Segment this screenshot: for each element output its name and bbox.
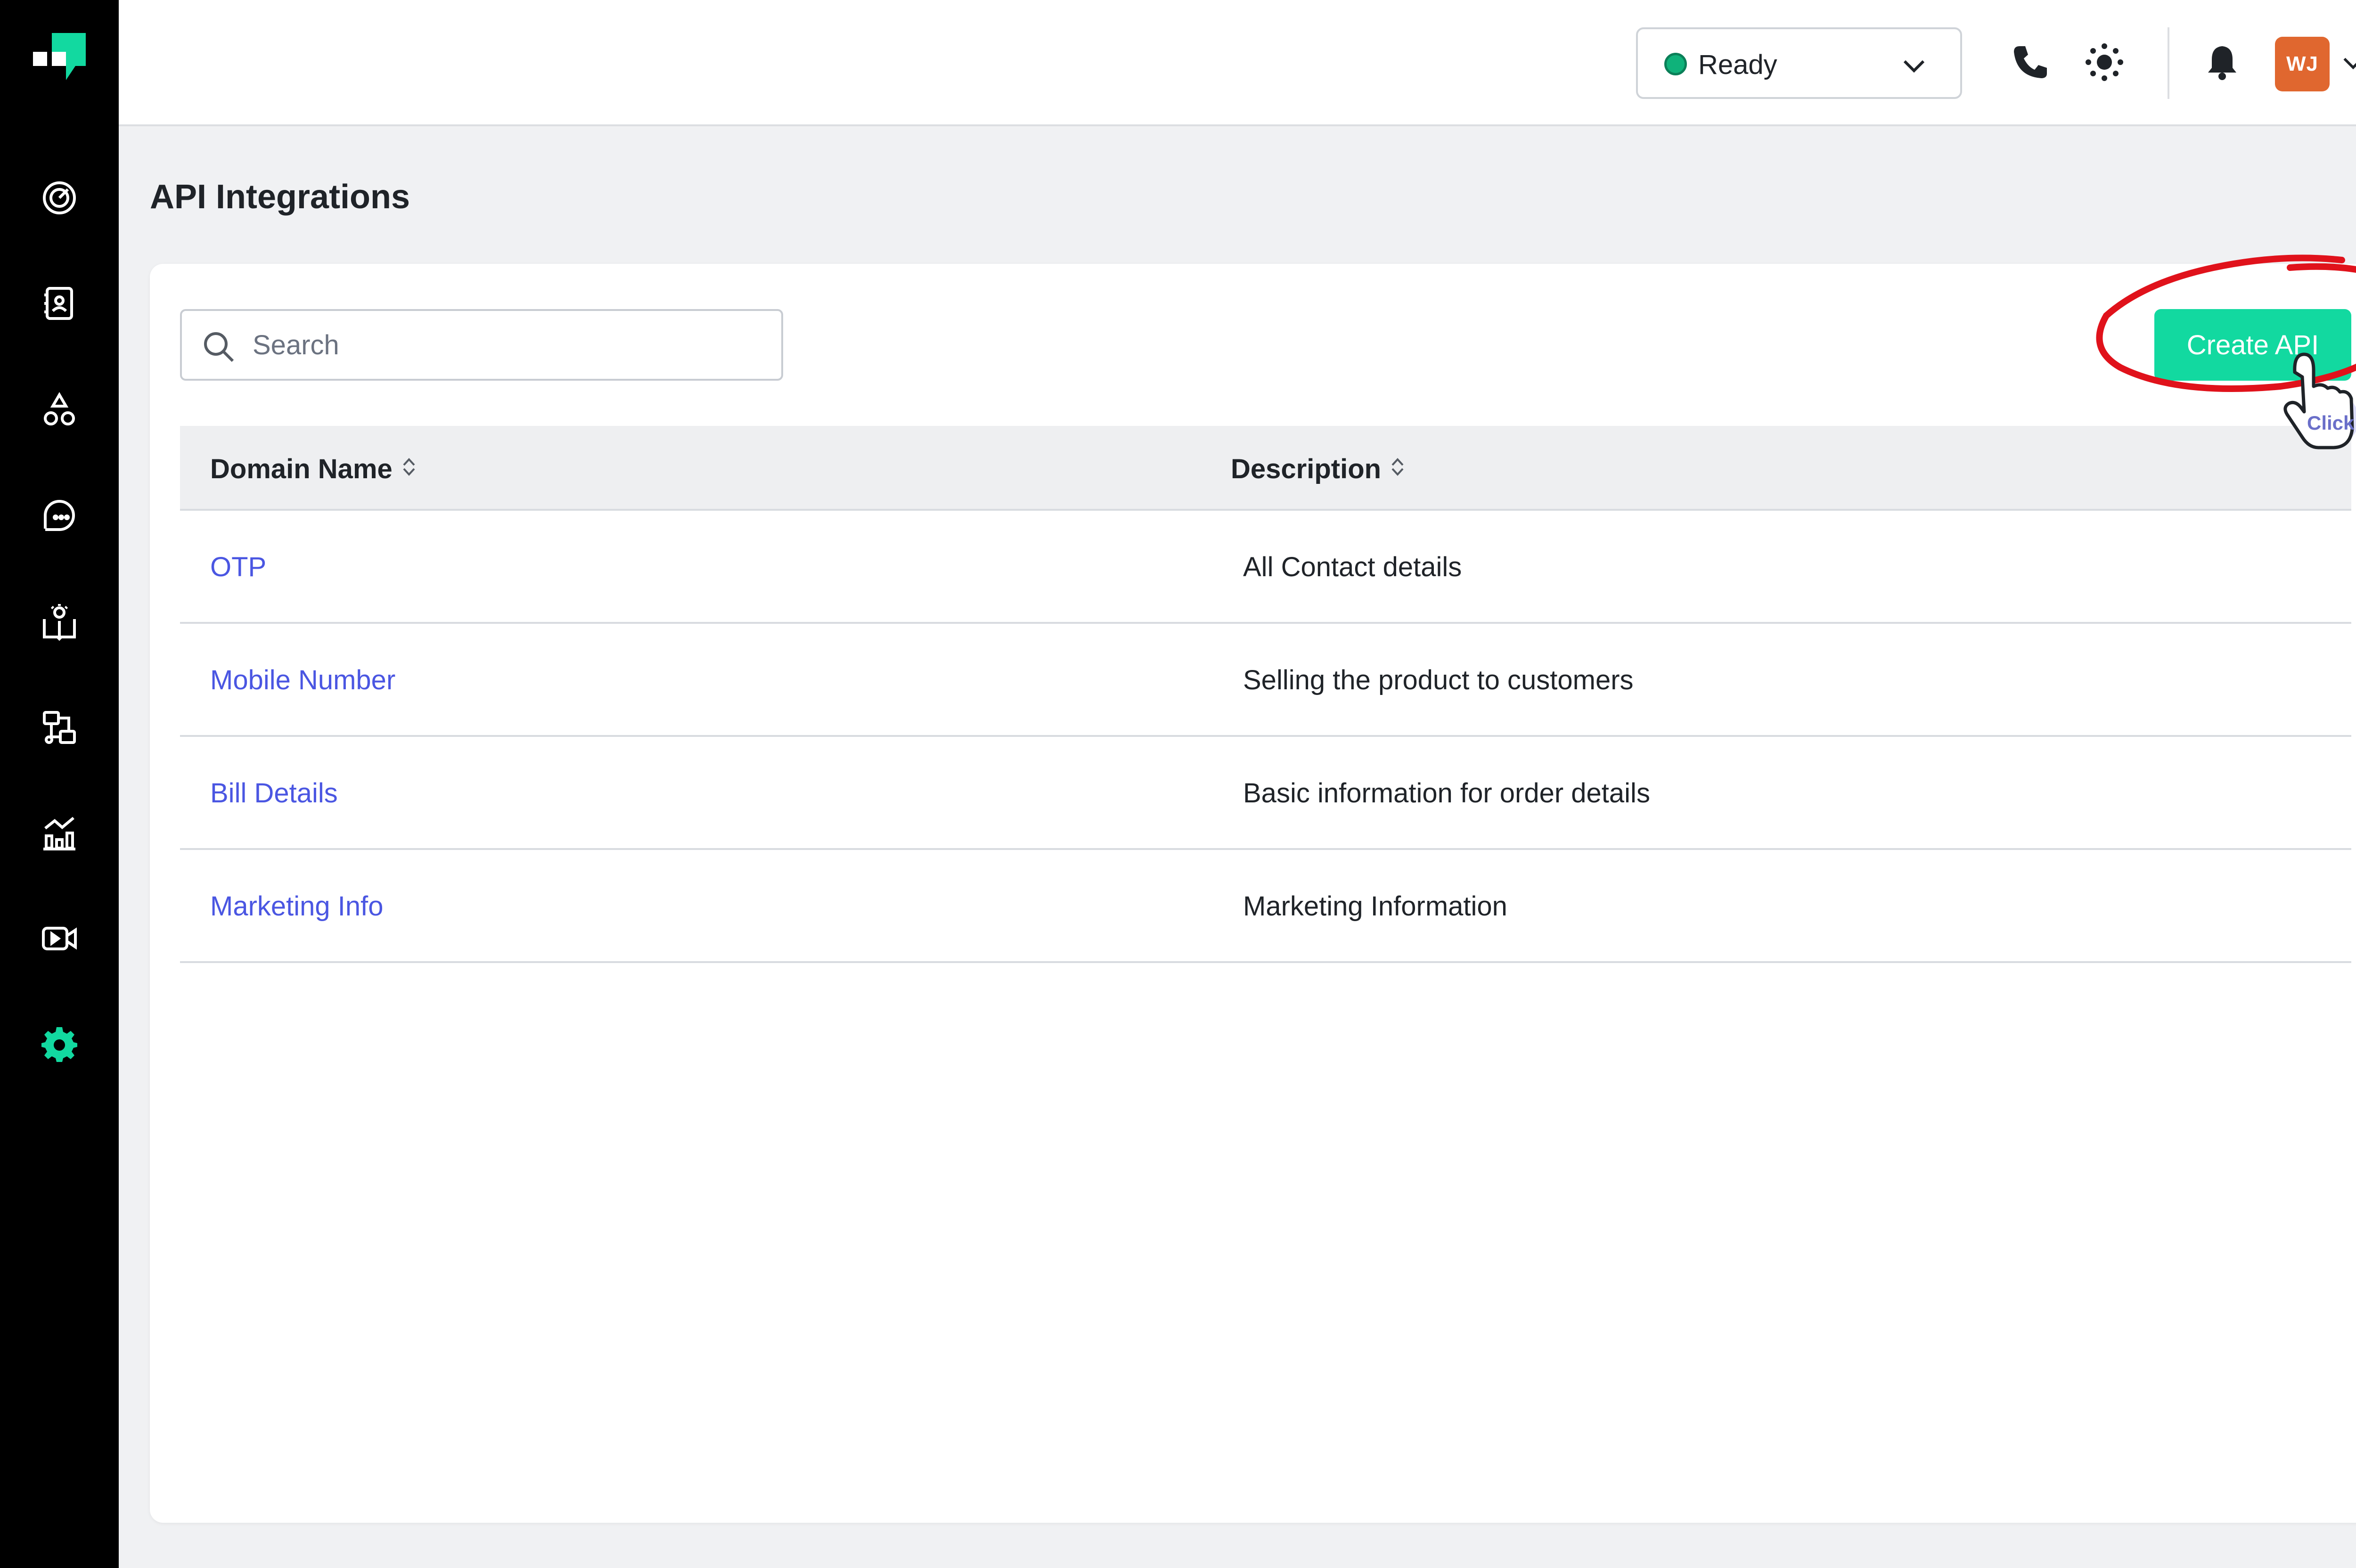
description-cell: Marketing Information <box>1243 891 1507 922</box>
knowledge-book-icon <box>41 603 78 641</box>
column-label: Description <box>1231 454 1382 484</box>
sidebar-item-contacts[interactable] <box>36 280 83 327</box>
notifications-button[interactable] <box>2200 41 2245 86</box>
user-menu-chevron[interactable] <box>2339 50 2356 78</box>
table-row: OTP All Contact details <box>180 511 2351 624</box>
shapes-icon <box>41 391 78 429</box>
search-field[interactable] <box>180 309 783 381</box>
create-api-button[interactable]: Create API <box>2154 309 2351 381</box>
header-divider <box>2168 27 2169 99</box>
column-header-domain-name[interactable]: Domain Name <box>210 453 417 485</box>
description-cell: Selling the product to customers <box>1243 665 1634 695</box>
phone-icon <box>2011 43 2049 83</box>
sidebar-item-analytics[interactable] <box>36 809 83 857</box>
dashboard-gauge-icon <box>41 179 78 217</box>
video-icon <box>41 920 78 957</box>
domain-link[interactable]: Bill Details <box>210 777 338 809</box>
search-input[interactable] <box>253 325 761 365</box>
contacts-book-icon <box>41 285 78 322</box>
table-row: Mobile Number Selling the product to cus… <box>180 624 2351 737</box>
chat-bubble-icon <box>41 497 78 534</box>
table-row: Bill Details Basic information for order… <box>180 737 2351 850</box>
sidebar-item-video[interactable] <box>36 915 83 962</box>
page-title: API Integrations <box>150 178 410 216</box>
domain-link[interactable]: Mobile Number <box>210 664 395 696</box>
domain-link[interactable]: OTP <box>210 551 266 583</box>
sidebar <box>0 0 119 1568</box>
sort-icon[interactable] <box>1390 453 1406 485</box>
domain-link[interactable]: Marketing Info <box>210 890 384 923</box>
column-header-description[interactable]: Description <box>1231 453 1406 485</box>
column-label: Domain Name <box>210 454 393 484</box>
sidebar-item-workflow[interactable] <box>36 704 83 751</box>
sidebar-item-settings[interactable] <box>36 1021 83 1068</box>
avatar[interactable]: WJ <box>2275 37 2330 91</box>
sidebar-item-chat[interactable] <box>36 492 83 539</box>
brand-logo-icon[interactable] <box>29 29 90 90</box>
sidebar-item-dashboard[interactable] <box>36 174 83 221</box>
table-header: Domain Name Description <box>180 426 2351 511</box>
table-row: Marketing Info Marketing Information <box>180 850 2351 963</box>
description-cell: All Contact details <box>1243 552 1462 582</box>
status-dropdown[interactable]: Ready <box>1636 27 1962 99</box>
settings-gear-icon <box>41 1025 78 1063</box>
click-annotation-label: Click <box>2307 412 2355 434</box>
status-label: Ready <box>1698 49 1777 80</box>
search-icon <box>202 330 236 366</box>
sidebar-item-knowledge[interactable] <box>36 598 83 645</box>
workflow-icon <box>41 709 78 746</box>
analytics-chart-icon <box>41 814 78 852</box>
phone-button[interactable] <box>2007 41 2053 86</box>
sun-icon <box>2084 41 2125 85</box>
description-cell: Basic information for order details <box>1243 778 1650 808</box>
status-indicator <box>1664 53 1687 75</box>
sort-icon[interactable] <box>401 453 417 485</box>
bell-icon <box>2203 43 2241 83</box>
sidebar-item-shapes[interactable] <box>36 386 83 433</box>
theme-toggle-button[interactable] <box>2082 41 2127 86</box>
chevron-down-icon <box>1901 53 1927 82</box>
chevron-down-icon <box>2341 51 2356 78</box>
